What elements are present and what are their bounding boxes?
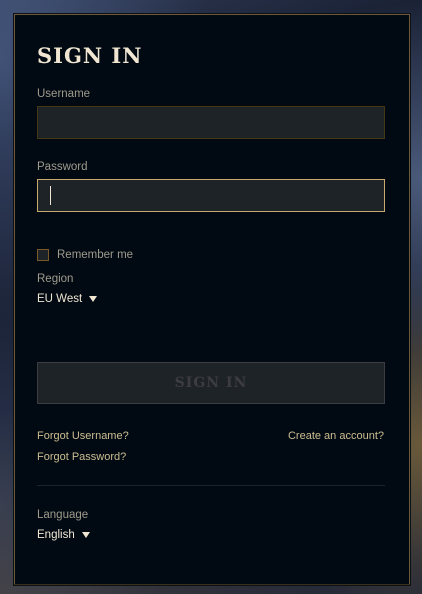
divider xyxy=(37,485,385,486)
language-dropdown[interactable]: English xyxy=(37,529,90,541)
region-dropdown[interactable]: EU West xyxy=(37,293,98,305)
region-value: EU West xyxy=(37,293,83,305)
sign-in-panel: SIGN IN Username Password Remember me Re… xyxy=(14,14,410,585)
text-caret xyxy=(50,186,51,205)
sign-in-form: SIGN IN Username Password Remember me Re… xyxy=(37,15,385,584)
forgot-username-link[interactable]: Forgot Username? xyxy=(37,430,129,442)
create-account-link[interactable]: Create an account? xyxy=(288,430,384,442)
username-label: Username xyxy=(37,88,91,100)
remember-me-checkbox[interactable]: Remember me xyxy=(37,248,133,262)
language-label: Language xyxy=(37,509,89,521)
region-label: Region xyxy=(37,273,74,285)
chevron-down-icon xyxy=(81,532,90,538)
sign-in-button[interactable]: SIGN IN xyxy=(37,362,385,404)
password-field-wrapper xyxy=(37,179,385,212)
remember-me-label: Remember me xyxy=(57,249,134,261)
panel-bottom-trim xyxy=(14,584,410,589)
chevron-down-icon xyxy=(89,296,98,302)
checkbox-box[interactable] xyxy=(37,249,49,261)
page-title: SIGN IN xyxy=(37,43,143,68)
forgot-password-link[interactable]: Forgot Password? xyxy=(37,451,126,463)
password-field[interactable] xyxy=(37,179,385,212)
password-label: Password xyxy=(37,161,88,173)
username-field[interactable] xyxy=(37,106,385,139)
language-value: English xyxy=(37,529,75,541)
